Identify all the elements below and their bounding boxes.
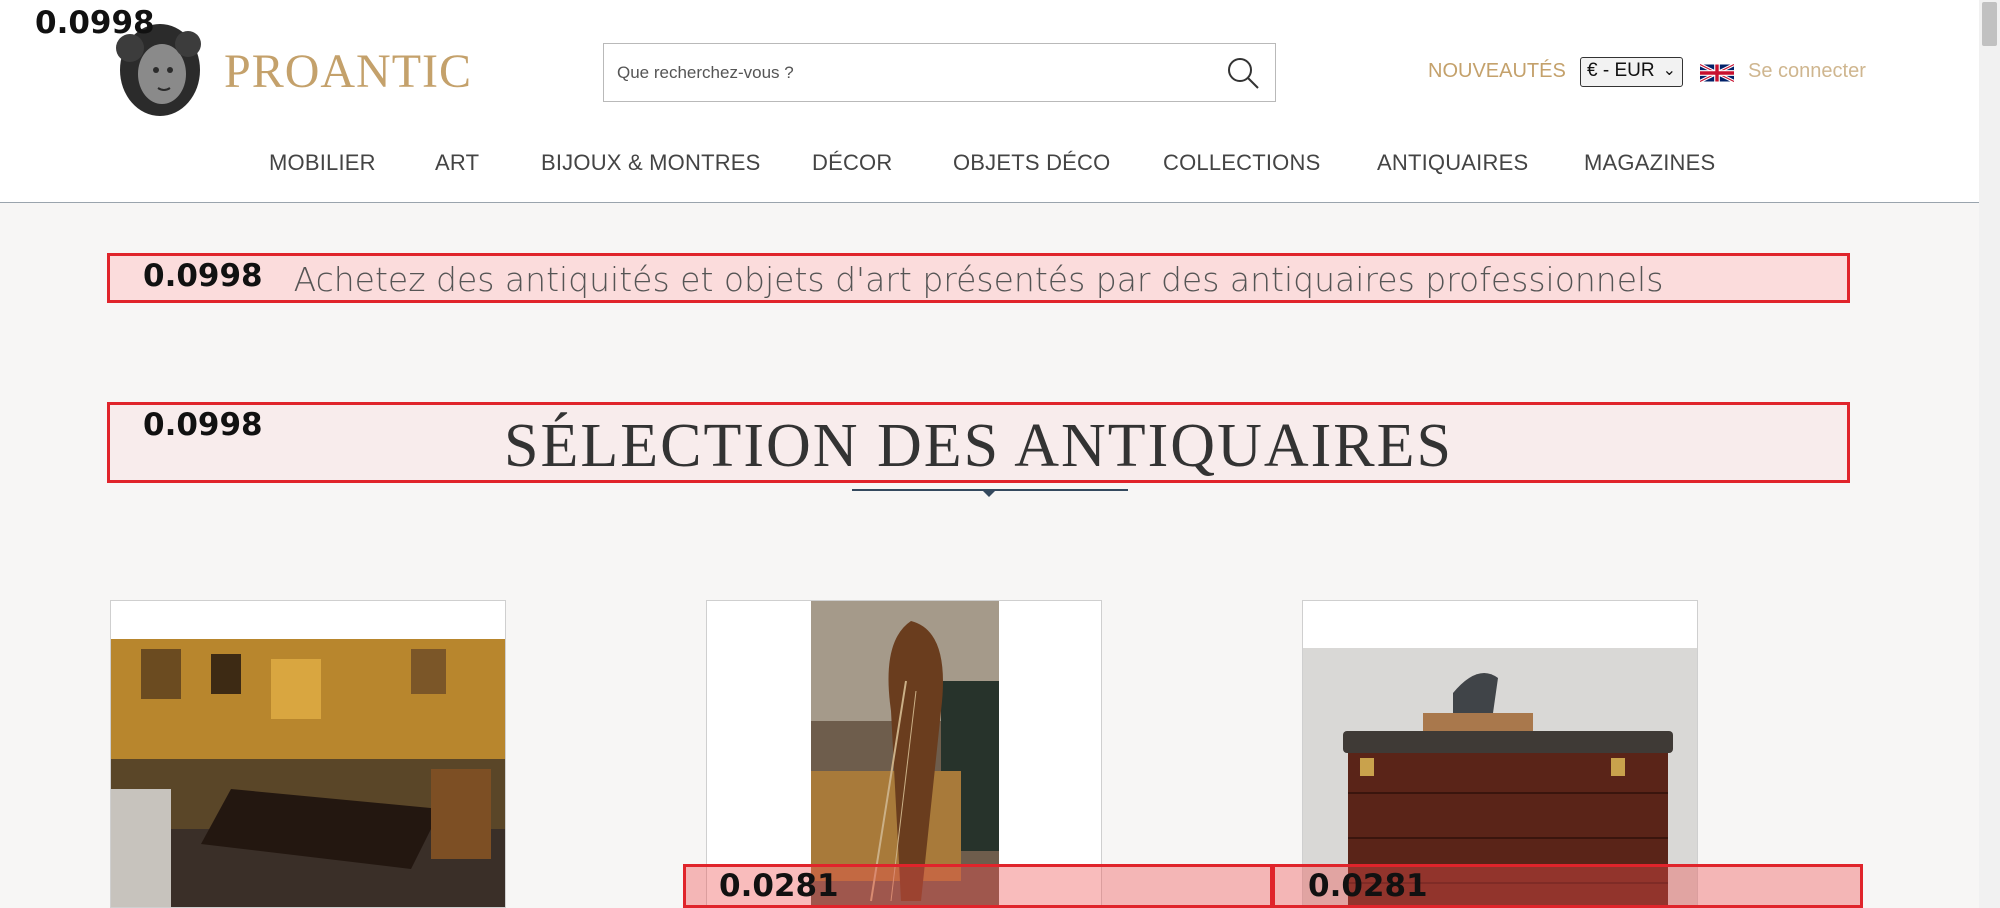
site-header: 0.0998 PROANTIC Que recherchez-vous ? NO…: [0, 0, 1979, 203]
section-score-overlay: 0.0998: [143, 407, 263, 443]
nav-item-art[interactable]: ART: [435, 150, 479, 176]
currency-value: € - EUR: [1587, 60, 1655, 81]
search-box[interactable]: Que recherchez-vous ?: [603, 43, 1276, 102]
uk-flag-icon[interactable]: [1700, 60, 1734, 86]
scroll-thumb[interactable]: [1982, 2, 1997, 46]
nav-item-decor[interactable]: DÉCOR: [812, 150, 892, 176]
nav-item-magazines[interactable]: MAGAZINES: [1584, 150, 1715, 176]
page-scrollbar[interactable]: [1979, 0, 2000, 908]
tagline-banner: Achetez des antiquités et objets d'art p…: [107, 253, 1850, 303]
search-icon[interactable]: [1225, 55, 1261, 91]
chevron-down-icon: ⌄: [1662, 62, 1676, 79]
antique-shop-interior-image: [111, 639, 505, 907]
antique-card-3[interactable]: [1302, 600, 1698, 908]
nav-item-collections[interactable]: COLLECTIONS: [1163, 150, 1320, 176]
nav-item-objets-deco[interactable]: OBJETS DÉCO: [953, 150, 1110, 176]
nav-item-antiquaires[interactable]: ANTIQUAIRES: [1377, 150, 1528, 176]
site-logo-text[interactable]: PROANTIC: [224, 44, 472, 99]
nouveautes-link[interactable]: NOUVEAUTÉS: [1428, 60, 1566, 83]
tagline-text: Achetez des antiquités et objets d'art p…: [293, 260, 1664, 299]
carved-harp-image: [811, 601, 999, 907]
search-input[interactable]: Que recherchez-vous ?: [617, 63, 794, 83]
nav-item-bijoux-montres[interactable]: BIJOUX & MONTRES: [541, 150, 761, 176]
card-score-overlay-1: 0.0281: [719, 868, 839, 904]
currency-select[interactable]: € - EUR ⌄: [1580, 57, 1683, 87]
tagline-score-overlay: 0.0998: [143, 258, 263, 294]
card-score-overlay-2: 0.0281: [1308, 868, 1428, 904]
logo-score-overlay: 0.0998: [35, 5, 155, 41]
section-title-banner: SÉLECTION DES ANTIQUAIRES: [107, 402, 1850, 483]
login-link[interactable]: Se connecter: [1748, 60, 1866, 83]
section-title: SÉLECTION DES ANTIQUAIRES: [504, 412, 1453, 480]
nav-item-mobilier[interactable]: MOBILIER: [269, 150, 376, 176]
antique-card-1[interactable]: [110, 600, 506, 908]
antique-card-2[interactable]: [706, 600, 1102, 908]
main-nav: MOBILIER ART BIJOUX & MONTRES DÉCOR OBJE…: [0, 150, 1979, 180]
divider-arrow-icon: [982, 490, 996, 497]
